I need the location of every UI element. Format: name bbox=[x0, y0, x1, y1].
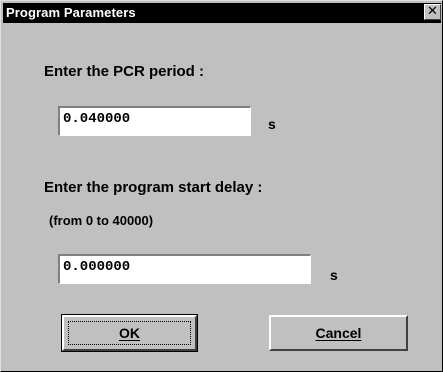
cancel-button[interactable]: Cancel bbox=[269, 315, 408, 351]
title-bar[interactable]: Program Parameters ✕ bbox=[3, 3, 441, 23]
pcr-period-unit: s bbox=[268, 116, 276, 132]
start-delay-input[interactable]: 0.000000 bbox=[58, 254, 311, 284]
program-parameters-dialog: Program Parameters ✕ Enter the PCR perio… bbox=[0, 0, 443, 372]
ok-button-label: OK bbox=[119, 325, 140, 341]
pcr-period-label: Enter the PCR period : bbox=[44, 63, 205, 80]
pcr-period-input[interactable]: 0.040000 bbox=[58, 106, 251, 136]
start-delay-label: Enter the program start delay : bbox=[44, 179, 263, 196]
cancel-button-label: Cancel bbox=[315, 325, 362, 341]
ok-button[interactable]: OK bbox=[61, 314, 198, 352]
close-icon[interactable]: ✕ bbox=[424, 4, 441, 20]
dialog-title: Program Parameters bbox=[6, 5, 136, 20]
start-delay-range: (from 0 to 40000) bbox=[49, 213, 154, 228]
start-delay-unit: s bbox=[330, 267, 338, 283]
